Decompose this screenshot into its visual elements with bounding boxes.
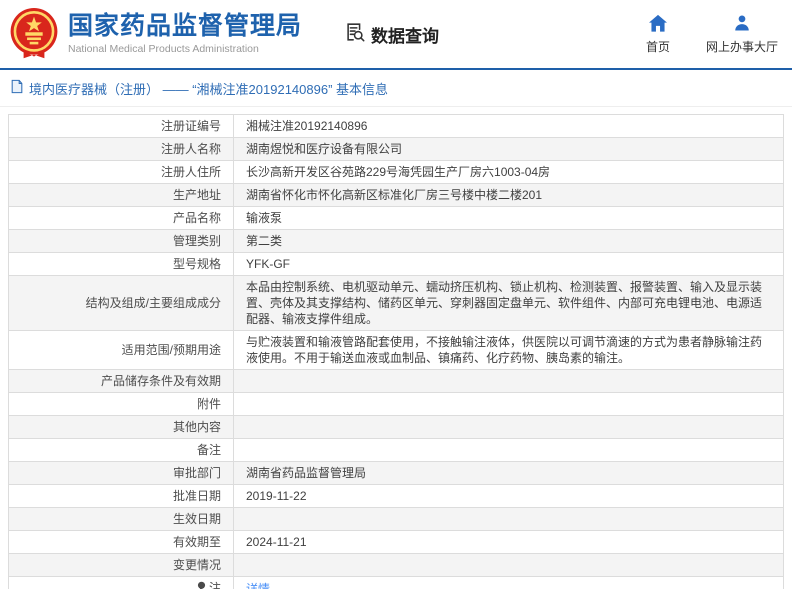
row-value: 湖南省药品监督管理局	[234, 462, 784, 485]
row-value: 湘械注准20192140896	[234, 115, 784, 138]
row-value	[234, 393, 784, 416]
nav-service-hall-label: 网上办事大厅	[706, 38, 778, 55]
row-value: 长沙高新开发区谷苑路229号海凭园生产厂房六1003-04房	[234, 161, 784, 184]
row-label: 注册人住所	[9, 161, 234, 184]
table-row: 产品储存条件及有效期	[9, 370, 784, 393]
page-icon	[10, 79, 24, 97]
table-row: 备注	[9, 439, 784, 462]
table-row: 生效日期	[9, 508, 784, 531]
table-row: 审批部门湖南省药品监督管理局	[9, 462, 784, 485]
data-query-label: 数据查询	[371, 22, 439, 47]
row-label: 注册证编号	[9, 115, 234, 138]
row-label: 备注	[9, 439, 234, 462]
row-value	[234, 439, 784, 462]
table-row: 附件	[9, 393, 784, 416]
table-row: 注册人名称湖南煜悦和医疗设备有限公司	[9, 138, 784, 161]
table-row: 注册证编号湘械注准20192140896	[9, 115, 784, 138]
row-value: YFK-GF	[234, 253, 784, 276]
nav-home-label: 首页	[646, 38, 670, 55]
table-row: 生产地址湖南省怀化市怀化高新区标准化厂房三号楼中楼二楼201	[9, 184, 784, 207]
note-icon	[196, 581, 207, 589]
row-value	[234, 508, 784, 531]
table-row: 型号规格YFK-GF	[9, 253, 784, 276]
table-row: 适用范围/预期用途与贮液装置和输液管路配套使用，不接触输注液体，供医院以可调节滴…	[9, 331, 784, 370]
table-row: 批准日期2019-11-22	[9, 485, 784, 508]
table-row: 其他内容	[9, 416, 784, 439]
row-label: 注	[9, 577, 234, 589]
row-value	[234, 416, 784, 439]
row-label: 生效日期	[9, 508, 234, 531]
row-value: 湖南省怀化市怀化高新区标准化厂房三号楼中楼二楼201	[234, 184, 784, 207]
row-label: 适用范围/预期用途	[9, 331, 234, 370]
row-value: 湖南煜悦和医疗设备有限公司	[234, 138, 784, 161]
table-row: 变更情况	[9, 554, 784, 577]
org-subtitle: National Medical Products Administration	[68, 43, 302, 55]
row-label: 注册人名称	[9, 138, 234, 161]
row-value: 本品由控制系统、电机驱动单元、蠕动挤压机构、锁止机构、检测装置、报警装置、输入及…	[234, 276, 784, 331]
national-emblem-logo	[8, 6, 60, 62]
row-label: 变更情况	[9, 554, 234, 577]
breadcrumb: 境内医疗器械（注册） —— “湘械注准20192140896” 基本信息	[0, 70, 792, 107]
table-row: 管理类别第二类	[9, 230, 784, 253]
row-label: 产品储存条件及有效期	[9, 370, 234, 393]
row-label: 审批部门	[9, 462, 234, 485]
row-value: 2024-11-21	[234, 531, 784, 554]
table-row: 注 详情	[9, 577, 784, 589]
row-label: 批准日期	[9, 485, 234, 508]
row-value: 2019-11-22	[234, 485, 784, 508]
user-icon	[733, 14, 751, 35]
table-row: 产品名称输液泵	[9, 207, 784, 230]
nav-item-service-hall[interactable]: 网上办事大厅	[706, 14, 778, 55]
details-link[interactable]: 详情	[246, 582, 270, 589]
breadcrumb-text: 境内医疗器械（注册） —— “湘械注准20192140896” 基本信息	[29, 79, 388, 98]
row-value: 输液泵	[234, 207, 784, 230]
data-query-nav[interactable]: 数据查询	[344, 21, 439, 48]
org-title-block: 国家药品监督管理局 National Medical Products Admi…	[68, 13, 302, 55]
row-value: 详情	[234, 577, 784, 589]
row-value	[234, 370, 784, 393]
info-table: 注册证编号湘械注准20192140896注册人名称湖南煜悦和医疗设备有限公司注册…	[8, 114, 784, 589]
row-label: 生产地址	[9, 184, 234, 207]
row-value	[234, 554, 784, 577]
table-row: 注册人住所长沙高新开发区谷苑路229号海凭园生产厂房六1003-04房	[9, 161, 784, 184]
registration-detail: 注册证编号湘械注准20192140896注册人名称湖南煜悦和医疗设备有限公司注册…	[8, 114, 784, 589]
row-label: 管理类别	[9, 230, 234, 253]
org-title: 国家药品监督管理局	[68, 13, 302, 41]
table-row: 有效期至2024-11-21	[9, 531, 784, 554]
site-header: 国家药品监督管理局 National Medical Products Admi…	[0, 0, 792, 70]
top-nav: 首页 网上办事大厅	[646, 14, 778, 55]
nav-item-home[interactable]: 首页	[646, 14, 670, 55]
row-label: 有效期至	[9, 531, 234, 554]
row-label: 其他内容	[9, 416, 234, 439]
row-label: 产品名称	[9, 207, 234, 230]
table-row: 结构及组成/主要组成成分本品由控制系统、电机驱动单元、蠕动挤压机构、锁止机构、检…	[9, 276, 784, 331]
document-search-icon	[344, 21, 366, 48]
home-icon	[648, 14, 668, 35]
row-label: 型号规格	[9, 253, 234, 276]
row-label: 结构及组成/主要组成成分	[9, 276, 234, 331]
row-value: 与贮液装置和输液管路配套使用，不接触输注液体，供医院以可调节滴速的方式为患者静脉…	[234, 331, 784, 370]
row-value: 第二类	[234, 230, 784, 253]
row-label: 附件	[9, 393, 234, 416]
